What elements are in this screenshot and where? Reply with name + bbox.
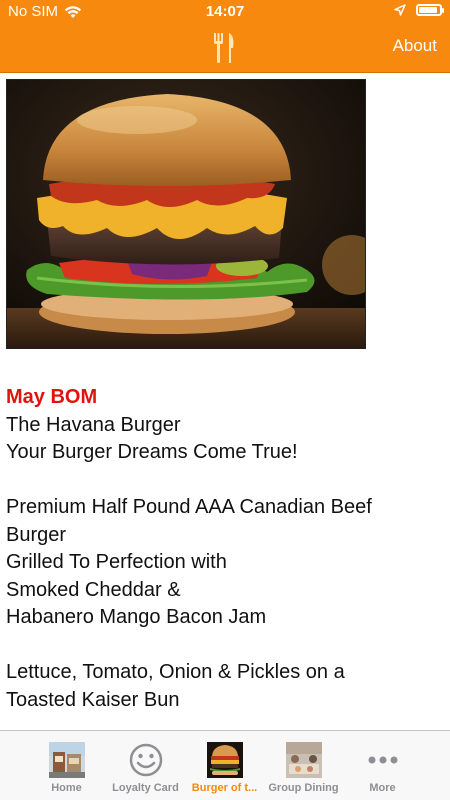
burger-photo [7,80,365,348]
status-bar: No SIM 14:07 [0,0,450,24]
tab-group-dining[interactable]: Group Dining [264,731,343,800]
promo-line: Premium Half Pound AAA Canadian Beef [6,496,372,518]
dining-photo-icon [286,742,322,778]
tab-burger-of-the-month[interactable]: Burger of t... [185,731,264,800]
status-right [394,4,444,16]
app-screen: No SIM 14:07 About May BOM The Havana Bu… [0,0,450,800]
content-area: May BOM The Havana Burger Your Burger Dr… [0,73,450,730]
smiley-face-icon [129,743,163,777]
tab-more[interactable]: More [343,731,422,800]
tab-home[interactable]: Home [27,731,106,800]
promo-heading: May BOM [6,386,98,408]
tab-label: Home [51,782,82,794]
about-button[interactable]: About [393,36,437,56]
promo-spacer [6,632,436,660]
location-arrow-icon [394,4,406,16]
tab-label: Burger of t... [191,782,258,794]
promo-line: Your Burger Dreams Come True! [6,441,298,463]
more-dots-icon [368,756,398,764]
burger-photo-icon [207,742,243,778]
promo-line: Burger [6,523,67,546]
tab-label: More [369,782,396,794]
tab-label: Loyalty Card [112,782,179,794]
fork-knife-icon [214,33,234,63]
header: No SIM 14:07 About [0,0,450,73]
promo-text: May BOM The Havana Burger Your Burger Dr… [6,384,436,714]
tab-loyalty-card[interactable]: Loyalty Card [106,731,185,800]
status-time: 14:07 [205,3,245,20]
promo-line: Habanero Mango Bacon Jam [6,606,267,628]
battery-icon [416,4,444,16]
battery-fill [419,7,437,13]
tab-label: Group Dining [268,782,339,794]
restaurant-photo-icon [49,742,85,778]
promo-line: Lettuce, Tomato, Onion & Pickles on a [6,661,345,683]
promo-line: Grilled To Perfection with [6,551,227,573]
promo-line: The Havana Burger [6,413,181,436]
promo-spacer [6,467,436,495]
tab-bar: Home Loyalty Card Burger of t... Group D… [0,730,450,800]
burger-hero-image [6,79,366,349]
promo-line: Toasted Kaiser Bun [6,688,180,711]
promo-line: Smoked Cheddar & [6,578,181,601]
